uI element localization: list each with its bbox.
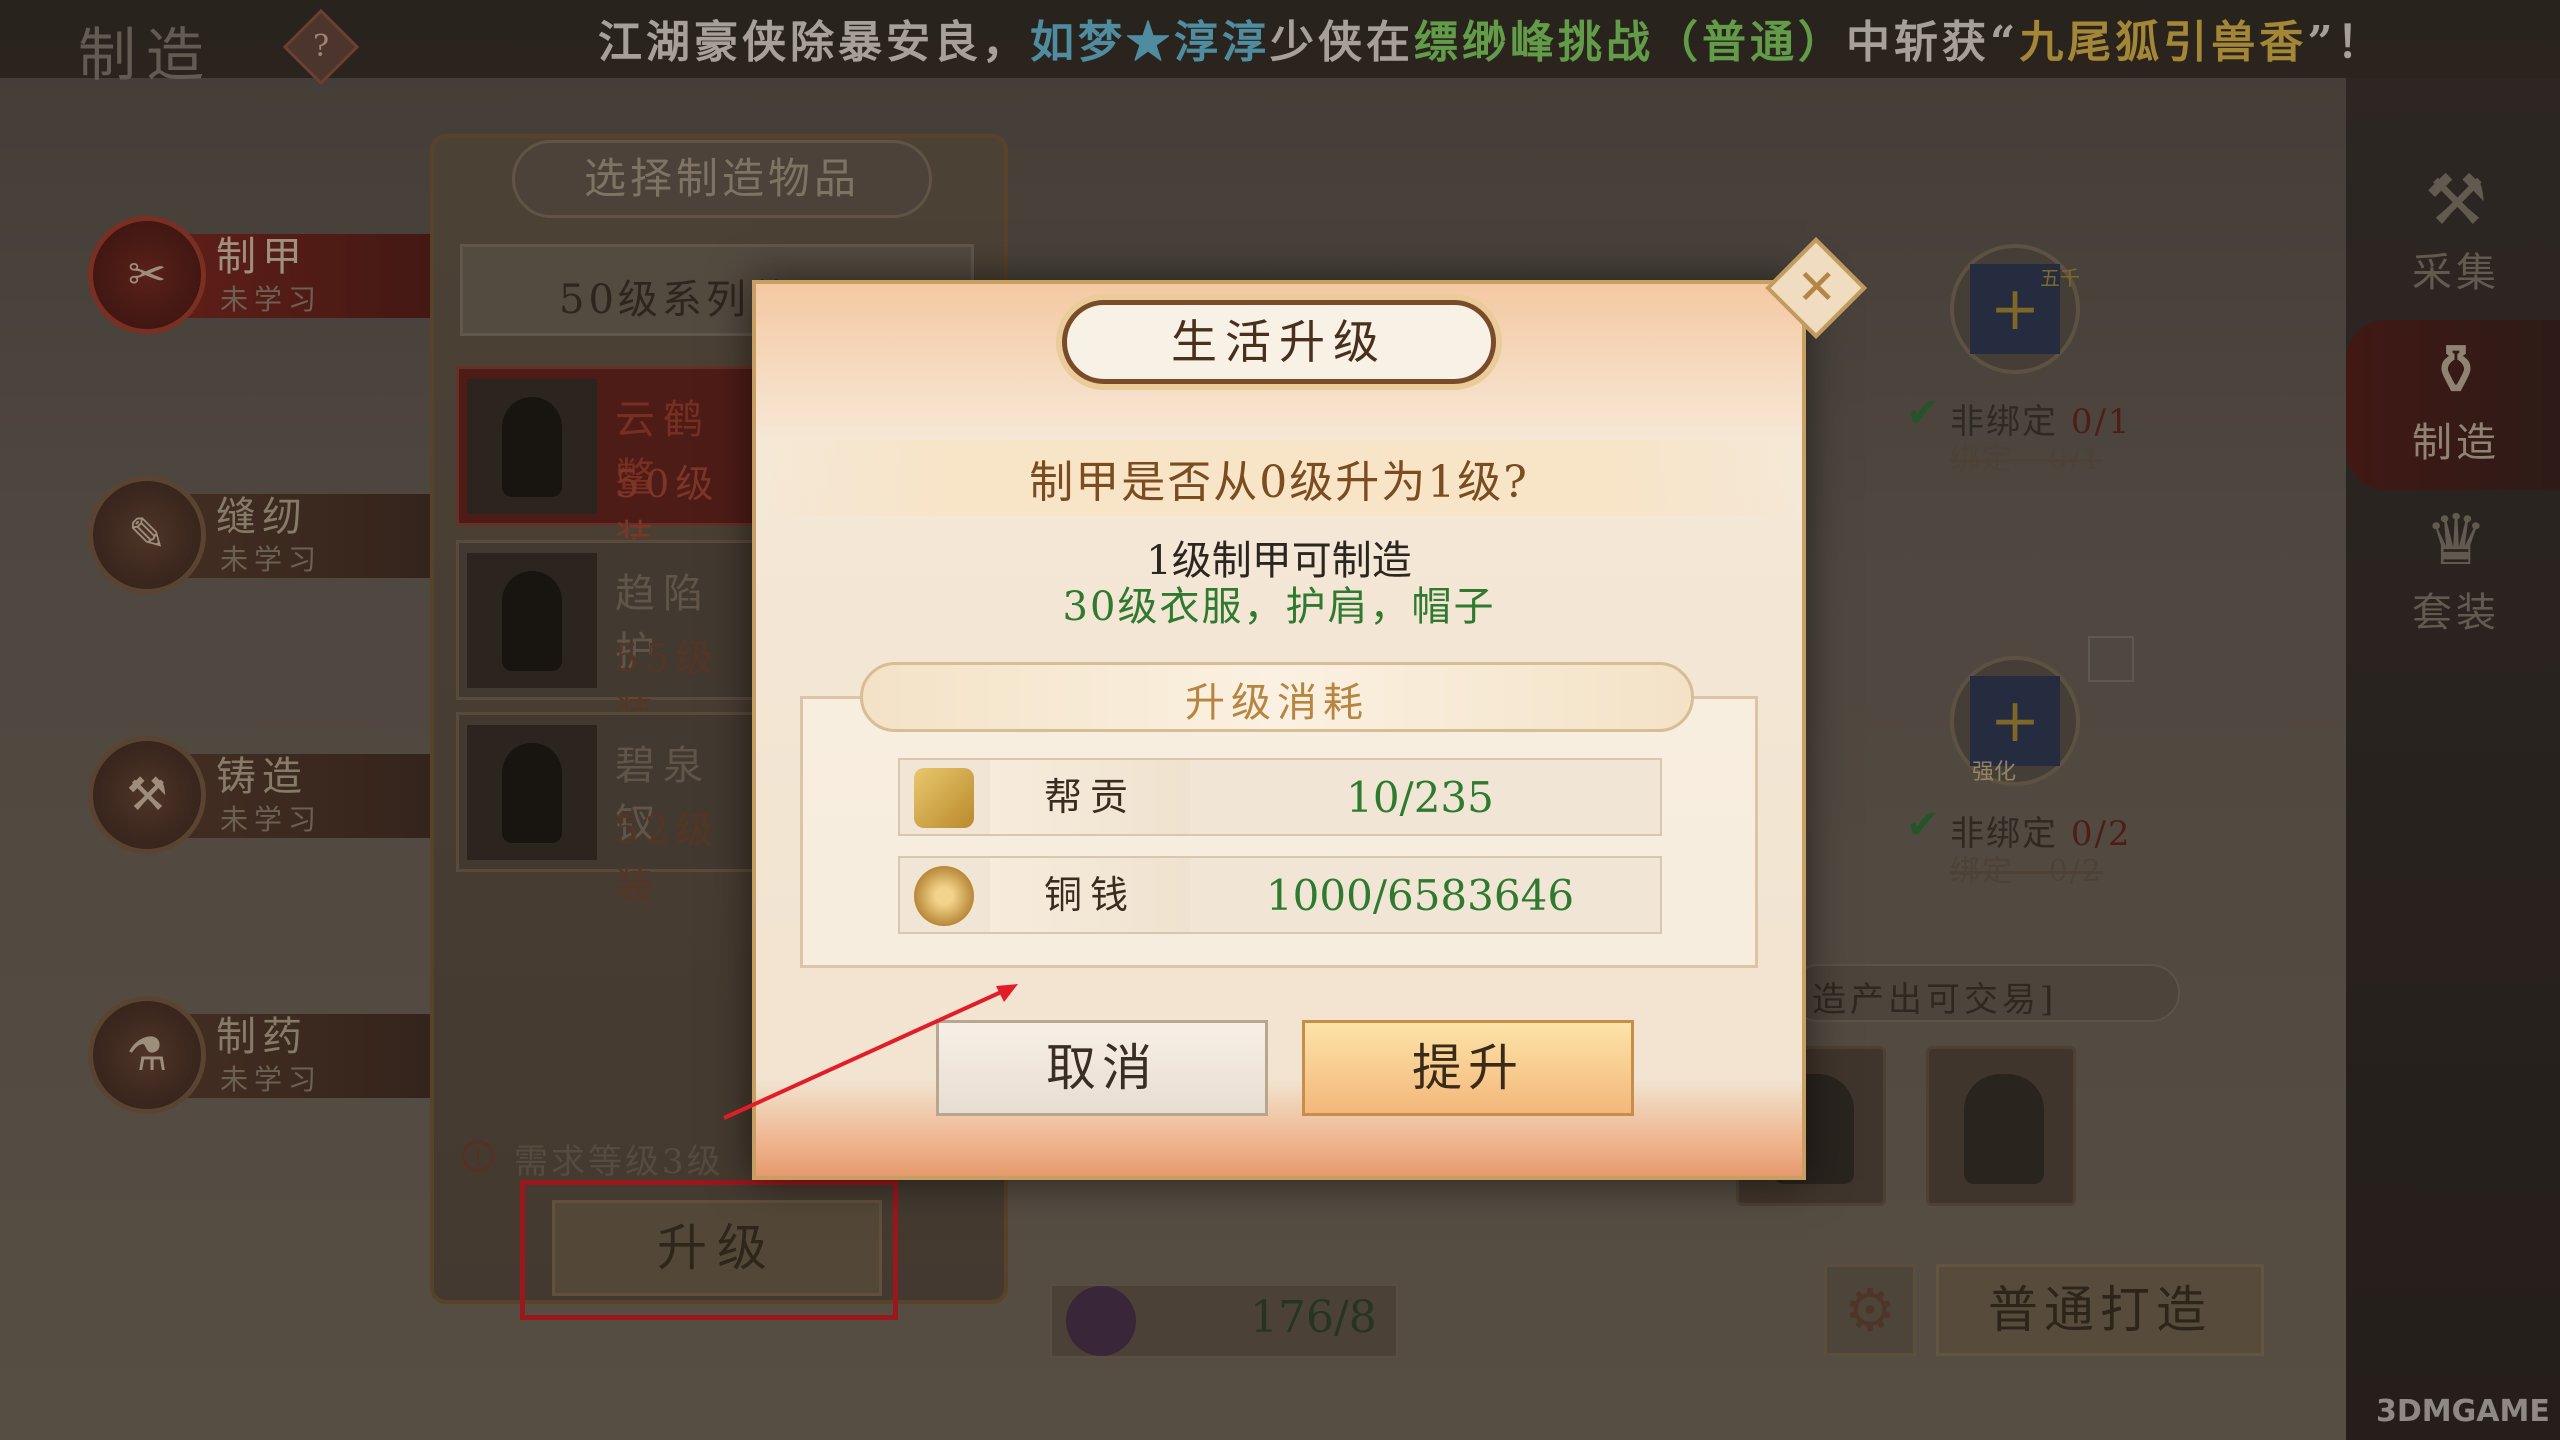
unlock-items: 30级衣服，护肩，帽子 bbox=[1062, 584, 1496, 630]
cost-row: 铜钱 1000/6583646 bbox=[898, 856, 1662, 934]
token-icon bbox=[914, 768, 974, 828]
cost-value: 10/235 bbox=[1346, 773, 1494, 822]
confirm-button[interactable]: 提升 bbox=[1302, 1020, 1634, 1116]
dialog-title: 生活升级 bbox=[1171, 315, 1387, 369]
cost-label: 铜钱 bbox=[990, 858, 1190, 932]
coin-icon bbox=[914, 866, 974, 926]
cost-label: 帮贡 bbox=[990, 760, 1190, 834]
upgrade-question: 制甲是否从0级升为1级? bbox=[1029, 457, 1529, 508]
cost-row: 帮贡 10/235 bbox=[898, 758, 1662, 836]
cost-value: 1000/6583646 bbox=[1265, 871, 1575, 920]
close-icon: ✕ bbox=[1796, 259, 1837, 316]
dialog-decoration bbox=[756, 1080, 1802, 1176]
cancel-button[interactable]: 取消 bbox=[936, 1020, 1268, 1116]
cost-header: 升级消耗 bbox=[1185, 680, 1369, 726]
